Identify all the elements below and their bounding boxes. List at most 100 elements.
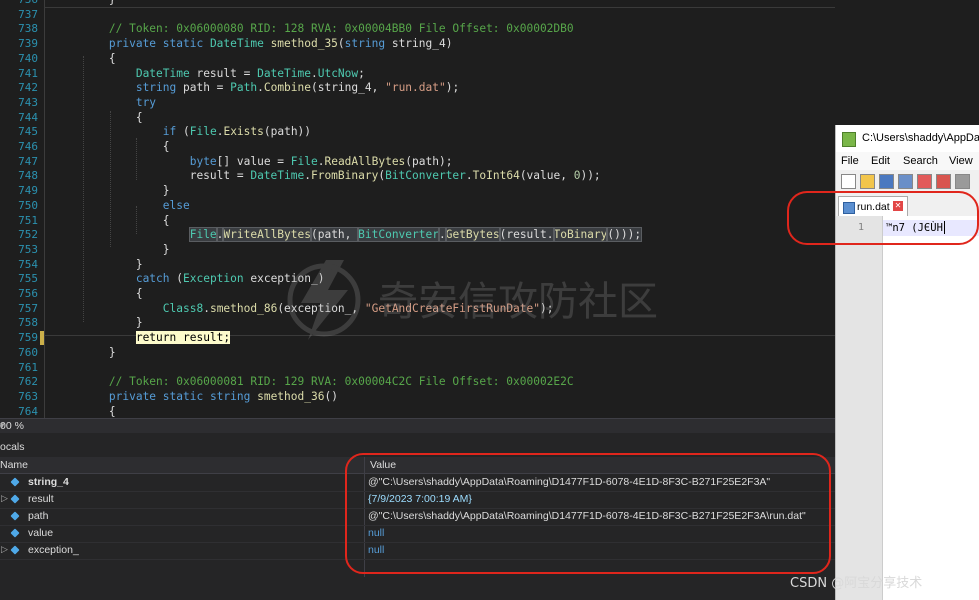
- code-line[interactable]: 736 }: [0, 0, 835, 7]
- code-line[interactable]: 763 private static string smethod_36(): [0, 390, 835, 404]
- open-file-icon[interactable]: [860, 174, 875, 189]
- code-token: .: [304, 169, 311, 183]
- code-token: }: [55, 242, 170, 256]
- code-token: string: [344, 37, 392, 51]
- expand-arrow-icon[interactable]: ▷: [1, 493, 8, 504]
- code-token: WriteAllBytes: [222, 227, 312, 243]
- code-line[interactable]: 762 // Token: 0x06000081 RID: 129 RVA: 0…: [0, 375, 835, 389]
- line-number: 742: [18, 81, 38, 95]
- variable-name: string_4: [28, 476, 69, 488]
- code-token: BitConverter: [357, 227, 440, 243]
- expand-arrow-icon[interactable]: ▷: [1, 544, 8, 555]
- code-line[interactable]: 737: [0, 8, 835, 22]
- code-token: ToInt64: [472, 169, 520, 183]
- code-line[interactable]: 743 try: [0, 96, 835, 110]
- save-all-icon[interactable]: [898, 174, 913, 189]
- notepad-editor[interactable]: 1 ™n7 (JЄÙH: [836, 216, 979, 600]
- code-token: {: [55, 110, 143, 124]
- code-token: }: [55, 184, 170, 198]
- code-token: try: [135, 95, 157, 109]
- code-token: (: [176, 272, 183, 286]
- code-line[interactable]: 744 {: [0, 111, 835, 125]
- code-text: string path = Path.Combine(string_4, "ru…: [55, 81, 459, 95]
- code-token: ()));: [606, 227, 643, 243]
- code-text: // Token: 0x06000081 RID: 129 RVA: 0x000…: [55, 375, 574, 389]
- line-number: 747: [18, 154, 38, 168]
- code-text: }: [55, 316, 143, 330]
- locals-title: ocals: [0, 441, 25, 453]
- code-text: {: [55, 52, 116, 66]
- local-variable-icon: [10, 511, 20, 521]
- code-line[interactable]: 738 // Token: 0x06000080 RID: 128 RVA: 0…: [0, 22, 835, 36]
- code-token: (path,: [309, 227, 360, 243]
- code-line[interactable]: 761: [0, 361, 835, 375]
- code-line[interactable]: 760 }: [0, 346, 835, 360]
- save-icon[interactable]: [879, 174, 894, 189]
- code-line[interactable]: 747 byte[] value = File.ReadAllBytes(pat…: [0, 155, 835, 169]
- code-token: {: [55, 287, 143, 300]
- code-editor[interactable]: 736 }737738 // Token: 0x06000080 RID: 12…: [0, 0, 835, 418]
- code-token: (path)): [263, 125, 312, 139]
- changed-line-marker: [40, 331, 44, 346]
- line-number: 739: [18, 37, 38, 51]
- code-line[interactable]: 742 string path = Path.Combine(string_4,…: [0, 81, 835, 95]
- line-number: 758: [18, 316, 38, 330]
- code-token: DateTime: [257, 66, 311, 80]
- notepad-title: C:\Users\shaddy\AppDa: [862, 132, 979, 144]
- code-token: UtcNow: [317, 66, 359, 80]
- line-number: 762: [18, 375, 38, 389]
- zoom-dropdown-icon[interactable]: ▾: [0, 420, 5, 431]
- code-text: // Token: 0x06000080 RID: 128 RVA: 0x000…: [55, 22, 574, 36]
- code-line[interactable]: 745 if (File.Exists(path)): [0, 125, 835, 139]
- code-token: .: [465, 169, 473, 183]
- code-line[interactable]: 752 File. WriteAllBytes(path, BitConverte…: [0, 227, 835, 243]
- menu-file[interactable]: File: [841, 155, 859, 167]
- code-line[interactable]: 741 DateTime result = DateTime.UtcNow;: [0, 67, 835, 81]
- code-token: }: [55, 316, 143, 330]
- code-token: File: [188, 227, 218, 243]
- code-token: (path);: [405, 154, 453, 168]
- line-number: 763: [18, 389, 38, 403]
- menu-view[interactable]: View: [949, 155, 973, 167]
- code-text: {: [55, 214, 170, 228]
- line-number: 760: [18, 345, 38, 359]
- code-text: {: [55, 140, 170, 154]
- line-number: 745: [18, 125, 38, 139]
- close-file-icon[interactable]: [917, 174, 932, 189]
- code-line[interactable]: 740 {: [0, 52, 835, 66]
- code-token: }: [55, 345, 116, 359]
- menu-search[interactable]: Search: [903, 155, 938, 167]
- code-line[interactable]: 750 else: [0, 199, 835, 213]
- code-text: return result;: [55, 331, 231, 345]
- code-token: return: [135, 331, 183, 345]
- code-token: .: [257, 81, 264, 95]
- code-line[interactable]: 746 {: [0, 140, 835, 154]
- code-token: Path: [230, 81, 258, 95]
- variable-name: value: [28, 527, 54, 539]
- code-line[interactable]: 749 }: [0, 184, 835, 198]
- new-file-icon[interactable]: [841, 174, 856, 189]
- code-token: {: [55, 140, 170, 153]
- menu-edit[interactable]: Edit: [871, 155, 890, 167]
- close-all-icon[interactable]: [936, 174, 951, 189]
- variable-name: exception_: [28, 544, 79, 556]
- code-line[interactable]: 739 private static DateTime smethod_35(s…: [0, 37, 835, 51]
- code-token: [] value =: [216, 154, 291, 168]
- notepad-toolbar: [836, 170, 979, 193]
- column-header-name[interactable]: Name: [0, 459, 28, 471]
- code-text: }: [55, 184, 170, 198]
- code-token: (): [324, 389, 338, 403]
- code-line[interactable]: 764 {: [0, 405, 835, 418]
- variable-name: result: [28, 493, 54, 505]
- code-token: ;: [358, 66, 365, 80]
- code-line[interactable]: 751 {: [0, 214, 835, 228]
- code-token: .: [310, 66, 318, 80]
- code-token: {: [55, 51, 116, 65]
- line-number: 738: [18, 22, 38, 36]
- print-icon[interactable]: [955, 174, 970, 189]
- line-number: 751: [18, 213, 38, 227]
- code-line[interactable]: 748 result = DateTime.FromBinary(BitConv…: [0, 169, 835, 183]
